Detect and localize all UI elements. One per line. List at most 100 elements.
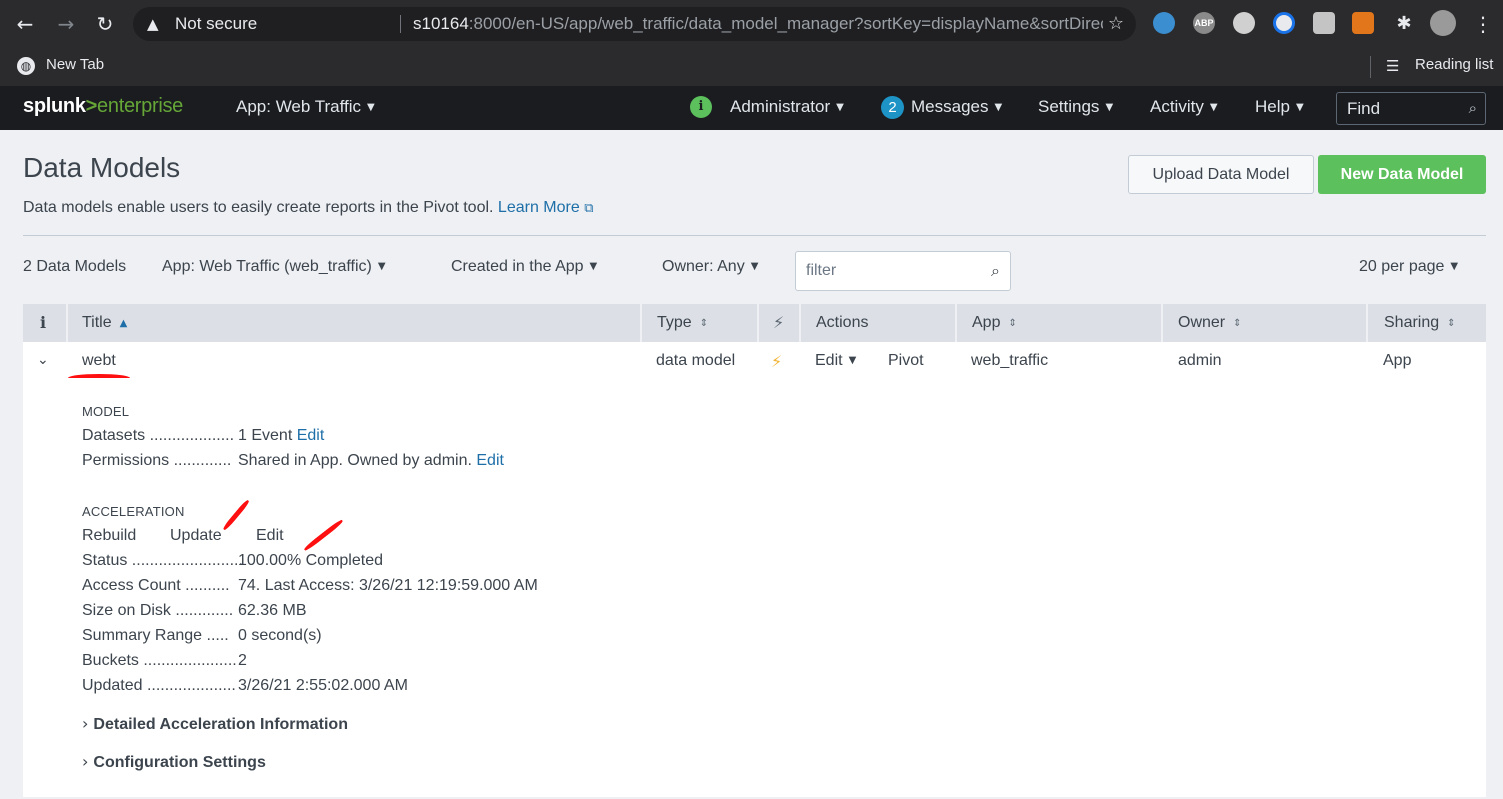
permissions-value: Shared in App. Owned by admin. [238,452,472,469]
messages-menu[interactable]: Messages ▼ [911,97,1002,117]
splunk-navbar: splunk>enterprise App: Web Traffic ▼ i Ad… [0,86,1503,130]
puzzle-icon[interactable]: ✱ [1390,10,1418,38]
chevron-right-icon: › [82,752,89,771]
password-manager-icon[interactable] [1273,12,1295,34]
reading-list-button[interactable]: Reading list [1415,56,1493,73]
owner-column-header[interactable]: Owner ⇕ [1178,304,1242,342]
status-key: Status ......................... [82,552,243,569]
caret-down-icon: ▼ [994,102,1003,113]
reading-list-icon: ☰ [1386,57,1400,75]
filter-input[interactable]: filter ⌕ [795,251,1011,291]
sort-icon: ⇕ [1008,318,1017,329]
buckets-row: Buckets ..................... 2 [82,652,247,670]
permissions-key: Permissions ............. [82,452,232,469]
help-label: Help [1255,97,1290,116]
datasets-edit-link[interactable]: Edit [297,427,325,444]
app-filter-dropdown[interactable]: App: Web Traffic (web_traffic) ▼ [162,258,386,276]
rebuild-link[interactable]: Rebuild [82,527,136,545]
created-filter-dropdown[interactable]: Created in the App ▼ [451,258,597,276]
reload-icon[interactable]: ↻ [91,10,119,38]
info-column-header: i [40,313,47,332]
app-menu-label: App: Web Traffic [236,97,362,116]
detailed-acceleration-expander[interactable]: › Detailed Acceleration Information [82,714,348,734]
app-column-header[interactable]: App ⇕ [972,304,1017,342]
administrator-label: Administrator [730,97,831,116]
more-menu-icon[interactable]: ⋮ [1469,10,1497,38]
extension-icon[interactable] [1313,12,1335,34]
find-input[interactable]: Find ⌕ [1336,92,1486,125]
column-separator [66,304,68,342]
owner-filter-dropdown[interactable]: Owner: Any ▼ [662,258,758,276]
access-count-value: 74. Last Access: 3/26/21 12:19:59.000 AM [238,577,538,594]
administrator-menu[interactable]: Administrator ▼ [730,97,844,117]
permissions-edit-link[interactable]: Edit [476,452,504,469]
profile-avatar[interactable] [1430,10,1456,36]
splunk-logo[interactable]: splunk>enterprise [23,95,183,118]
caret-down-icon: ▼ [750,261,759,272]
acceleration-bolt-icon: ⚡ [771,352,783,371]
globe-icon: ◍ [17,57,35,75]
page-description: Data models enable users to easily creat… [23,199,594,217]
sharing-column-header[interactable]: Sharing ⇕ [1384,304,1456,342]
pivot-action-link[interactable]: Pivot [888,352,924,370]
sharing-cell: App [1383,352,1412,369]
size-on-disk-key: Size on Disk ............. [82,602,234,619]
summary-range-value: 0 second(s) [238,627,322,644]
acceleration-section-label: ACCELERATION [82,504,185,519]
search-icon: ⌕ [1468,99,1477,117]
acceleration-edit-link[interactable]: Edit [256,527,284,545]
info-icon[interactable]: i [690,96,712,118]
column-separator [955,304,957,342]
app-menu[interactable]: App: Web Traffic ▼ [236,97,375,117]
edit-action-dropdown[interactable]: Edit ▼ [815,352,856,370]
acceleration-column-header: ⚡ [773,313,785,332]
back-icon[interactable]: ← [11,10,39,38]
page-title: Data Models [23,152,181,183]
bookmark-star-icon[interactable]: ☆ [1108,7,1124,41]
column-separator [757,304,759,342]
filter-placeholder: filter [806,262,837,279]
search-icon: ⌕ [991,261,1000,280]
new-data-model-button[interactable]: New Data Model [1318,155,1486,194]
address-bar[interactable]: ▲ Not secure s10164:8000/en-US/app/web_t… [133,7,1136,41]
owner-header-label: Owner [1178,314,1226,331]
column-separator [799,304,801,342]
updated-key: Updated .................... [82,677,236,694]
help-menu[interactable]: Help ▼ [1255,97,1304,117]
column-separator [1161,304,1163,342]
learn-more-link[interactable]: Learn More ⧉ [498,199,594,216]
url-text[interactable]: s10164:8000/en-US/app/web_traffic/data_m… [413,7,1103,41]
caret-down-icon: ▼ [1209,102,1218,113]
extension-icon[interactable] [1233,12,1255,34]
type-header-label: Type [657,314,692,331]
metamask-fox-icon[interactable] [1352,12,1374,34]
configuration-settings-expander[interactable]: › Configuration Settings [82,752,266,772]
messages-label: Messages [911,97,989,116]
find-placeholder: Find [1347,99,1381,118]
learn-more-label: Learn More [497,199,580,216]
type-column-header[interactable]: Type ⇕ [657,304,708,342]
upload-data-model-button[interactable]: Upload Data Model [1128,155,1314,194]
adblock-extension-icon[interactable]: ABP [1193,12,1215,34]
security-status: Not secure [175,14,258,33]
forward-icon[interactable]: → [52,10,80,38]
title-column-header[interactable]: Title ▲ [82,304,127,342]
chevron-down-icon[interactable]: ⌄ [37,352,49,368]
type-cell: data model [656,352,736,369]
datasets-key: Datasets ................... [82,427,235,444]
owner-cell: admin [1178,352,1222,369]
buckets-value: 2 [238,652,247,669]
actions-column-header: Actions [816,314,869,331]
extension-icon[interactable] [1153,12,1175,34]
activity-menu[interactable]: Activity ▼ [1150,97,1218,117]
datasets-value: 1 Event [238,427,293,444]
per-page-label: 20 per page [1359,258,1445,275]
settings-label: Settings [1038,97,1100,116]
caret-down-icon: ▼ [589,261,598,272]
configuration-settings-label: Configuration Settings [93,754,266,771]
settings-menu[interactable]: Settings ▼ [1038,97,1113,117]
update-link[interactable]: Update [170,527,222,545]
bookmark-new-tab[interactable]: New Tab [46,56,104,73]
per-page-dropdown[interactable]: 20 per page ▼ [1359,258,1458,276]
data-model-title-link[interactable]: webt [82,352,116,370]
